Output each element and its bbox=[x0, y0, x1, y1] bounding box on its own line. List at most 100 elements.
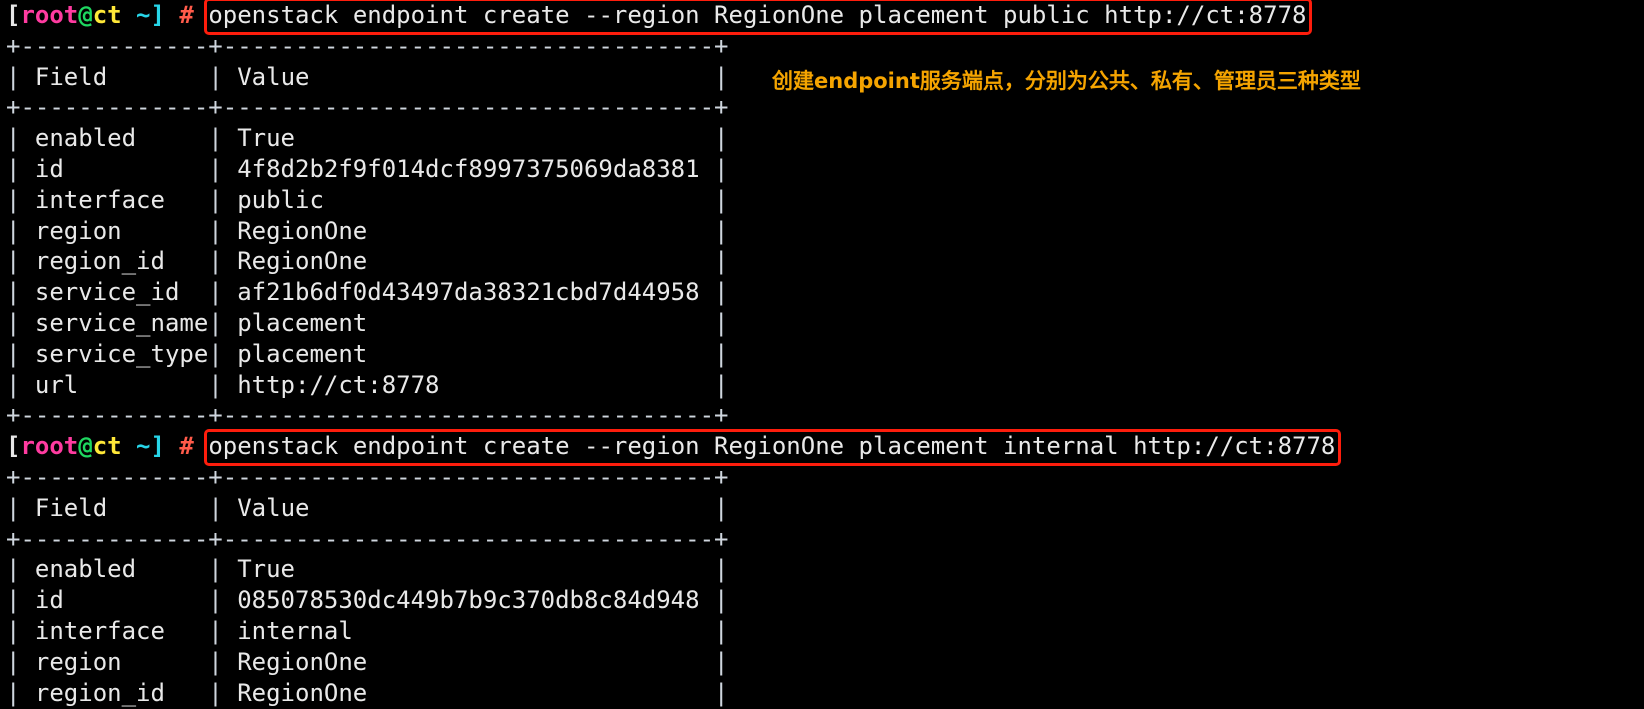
table1-rule-top-text: +-------------+-------------------------… bbox=[6, 31, 729, 60]
table2-header-row: | Field | Value | bbox=[6, 493, 729, 522]
table2-body: | enabled | True | | id | 085078530dc449b… bbox=[0, 554, 1644, 708]
table2-rule-top-text: +-------------+-------------------------… bbox=[6, 462, 729, 491]
prompt-open-bracket-2: [ bbox=[6, 432, 21, 461]
row-pipe-right: | bbox=[699, 616, 729, 645]
row-pipe-mid: | bbox=[208, 154, 238, 183]
row-pipe-mid: | bbox=[208, 278, 238, 307]
prompt-at-symbol: @ bbox=[78, 1, 93, 29]
row-field: id bbox=[34, 586, 209, 615]
row-pipe-right: | bbox=[699, 185, 729, 214]
prompt-path: ~] bbox=[121, 1, 165, 29]
table-row: | region_id | RegionOne | bbox=[0, 246, 1644, 277]
row-pipe-left: | bbox=[6, 185, 35, 214]
table-row: | service_name| placement | bbox=[0, 308, 1644, 339]
row-value: RegionOne bbox=[237, 216, 700, 245]
row-pipe-right: | bbox=[699, 154, 729, 183]
row-pipe-right: | bbox=[699, 339, 729, 368]
row-value: True bbox=[237, 124, 700, 153]
row-pipe-right: | bbox=[699, 124, 729, 153]
row-field: region_id bbox=[34, 247, 209, 276]
row-field: region bbox=[34, 647, 209, 676]
table2-rule-top: +-------------+-------------------------… bbox=[0, 462, 1644, 493]
table-row: | service_id | af21b6df0d43497da38321cbd… bbox=[0, 277, 1644, 308]
row-pipe-right: | bbox=[699, 370, 729, 399]
table-row: | region | RegionOne | bbox=[0, 647, 1644, 678]
row-pipe-mid: | bbox=[208, 247, 238, 276]
table1-body: | enabled | True | | id | 4f8d2b2f9f014dc… bbox=[0, 123, 1644, 400]
table1-rule-top: +-------------+-------------------------… bbox=[0, 31, 1644, 62]
row-pipe-mid: | bbox=[208, 555, 238, 584]
row-pipe-left: | bbox=[6, 247, 35, 276]
prompt-user: root bbox=[20, 1, 79, 29]
prompt-path-2: ~] bbox=[121, 432, 165, 461]
table2-rule-mid-text: +-------------+-------------------------… bbox=[6, 524, 729, 553]
row-field: interface bbox=[34, 185, 209, 214]
row-pipe-left: | bbox=[6, 308, 35, 337]
row-value: internal bbox=[237, 616, 700, 645]
row-pipe-right: | bbox=[699, 247, 729, 276]
row-field: interface bbox=[34, 616, 209, 645]
row-pipe-left: | bbox=[6, 555, 35, 584]
row-value: af21b6df0d43497da38321cbd7d44958 bbox=[237, 278, 700, 307]
row-value: public bbox=[237, 185, 700, 214]
table-row: | region_id | RegionOne | bbox=[0, 678, 1644, 709]
row-pipe-mid: | bbox=[208, 216, 238, 245]
table-row: | id | 4f8d2b2f9f014dcf8997375069da8381 … bbox=[0, 154, 1644, 185]
row-value: http://ct:8778 bbox=[237, 370, 700, 399]
terminal-window[interactable]: [root@ct ~] # openstack endpoint create … bbox=[0, 0, 1644, 709]
table2-header-field: Field bbox=[34, 493, 108, 522]
row-pipe-right: | bbox=[699, 586, 729, 615]
row-field: service_id bbox=[34, 278, 209, 307]
prompt-host: ct bbox=[92, 1, 122, 29]
row-pipe-left: | bbox=[6, 216, 35, 245]
prompt-open-bracket: [ bbox=[6, 1, 21, 29]
command-text-1: openstack endpoint create --region Regio… bbox=[208, 1, 1307, 29]
row-value: RegionOne bbox=[237, 678, 700, 707]
row-field: region_id bbox=[34, 678, 209, 707]
row-pipe-mid: | bbox=[208, 308, 238, 337]
row-pipe-left: | bbox=[6, 278, 35, 307]
row-pipe-mid: | bbox=[208, 616, 238, 645]
row-field: region bbox=[34, 216, 209, 245]
table2-rule-mid: +-------------+-------------------------… bbox=[0, 524, 1644, 555]
row-field: id bbox=[34, 154, 209, 183]
row-pipe-mid: | bbox=[208, 678, 238, 707]
table-row: | url | http://ct:8778 | bbox=[0, 370, 1644, 401]
row-field: service_name bbox=[34, 308, 209, 337]
table-row: | region | RegionOne | bbox=[0, 216, 1644, 247]
row-pipe-left: | bbox=[6, 586, 35, 615]
row-pipe-left: | bbox=[6, 370, 35, 399]
row-value: placement bbox=[237, 308, 700, 337]
table-row: | enabled | True | bbox=[0, 554, 1644, 585]
prompt-hash: # bbox=[164, 1, 209, 29]
command-line-2: [root@ct ~] # openstack endpoint create … bbox=[0, 431, 1644, 462]
table1-header-value: Value bbox=[237, 62, 310, 91]
command-text-2: openstack endpoint create --region Regio… bbox=[208, 432, 1336, 461]
row-pipe-right: | bbox=[699, 555, 729, 584]
row-pipe-left: | bbox=[6, 616, 35, 645]
table-row: | service_type| placement | bbox=[0, 339, 1644, 370]
row-pipe-left: | bbox=[6, 124, 35, 153]
table-row: | interface | internal | bbox=[0, 616, 1644, 647]
row-pipe-mid: | bbox=[208, 586, 238, 615]
row-value: placement bbox=[237, 339, 700, 368]
row-field: enabled bbox=[34, 124, 209, 153]
row-pipe-right: | bbox=[699, 278, 729, 307]
table1-header-field: Field bbox=[34, 62, 108, 91]
row-pipe-left: | bbox=[6, 339, 35, 368]
row-pipe-left: | bbox=[6, 647, 35, 676]
command-line-1: [root@ct ~] # openstack endpoint create … bbox=[0, 0, 1644, 31]
row-pipe-right: | bbox=[699, 678, 729, 707]
row-pipe-mid: | bbox=[208, 124, 238, 153]
row-value: RegionOne bbox=[237, 247, 700, 276]
table1-rule-mid-text: +-------------+-------------------------… bbox=[6, 93, 729, 122]
table-row: | id | 085078530dc449b7b9c370db8c84d948 … bbox=[0, 585, 1644, 616]
row-field: enabled bbox=[34, 555, 209, 584]
table2-header-value: Value bbox=[237, 493, 310, 522]
row-pipe-mid: | bbox=[208, 185, 238, 214]
prompt-at-symbol-2: @ bbox=[78, 432, 93, 461]
table1-rule-bottom: +-------------+-------------------------… bbox=[0, 400, 1644, 431]
prompt-hash-2: # bbox=[164, 432, 209, 461]
row-value: 4f8d2b2f9f014dcf8997375069da8381 bbox=[237, 154, 700, 183]
row-value: 085078530dc449b7b9c370db8c84d948 bbox=[237, 586, 700, 615]
